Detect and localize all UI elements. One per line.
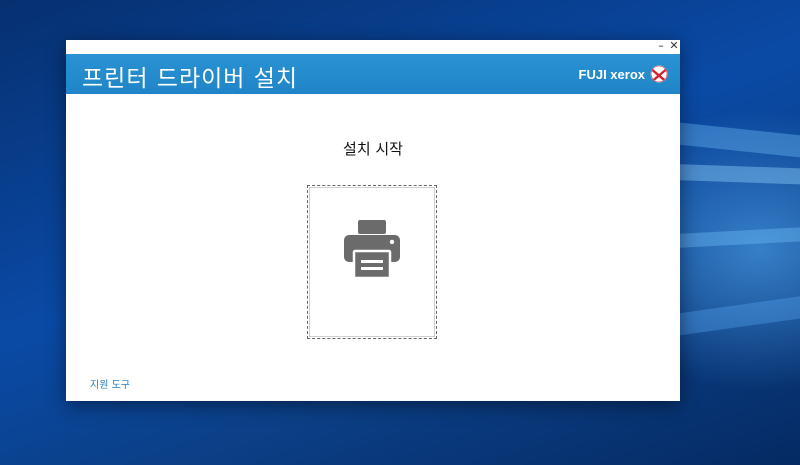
start-install-button[interactable]: [307, 185, 437, 339]
install-heading: 설치 시작: [343, 140, 403, 158]
xerox-sphere-icon: [650, 65, 668, 83]
page-title: 프린터 드라이버 설치: [82, 66, 299, 92]
printer-icon: [344, 220, 400, 278]
brand-name: FUJI xerox: [578, 66, 645, 82]
minimize-button[interactable]: –: [654, 40, 668, 54]
window-titlebar: – ✕: [66, 40, 680, 54]
support-tools-link[interactable]: 지원 도구: [90, 376, 130, 391]
close-button[interactable]: ✕: [667, 40, 681, 54]
brand-logo: FUJI xerox: [579, 65, 668, 83]
installer-window: – ✕ 프린터 드라이버 설치 FUJI xerox 설치 시작 지원 도구: [66, 40, 680, 401]
header-banner: 프린터 드라이버 설치 FUJI xerox: [66, 54, 680, 94]
